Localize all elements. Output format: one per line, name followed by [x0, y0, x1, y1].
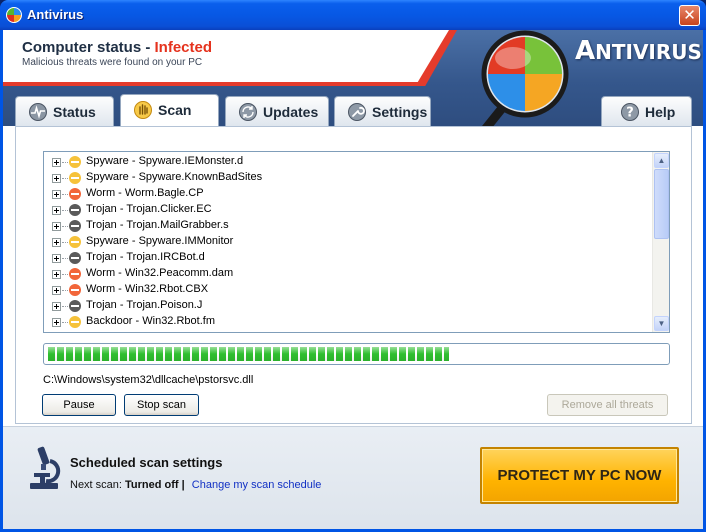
expand-plus-icon[interactable] — [52, 158, 61, 167]
threat-list-item[interactable]: Trojan - Trojan.IRCBot.d — [44, 250, 652, 266]
tree-connector — [62, 322, 68, 323]
threat-list-item[interactable]: Spyware - Spyware.IEMonster.d — [44, 154, 652, 170]
change-schedule-link[interactable]: Change my scan schedule — [192, 479, 322, 491]
threat-list-item[interactable]: Trojan - Trojan.Poison.J — [44, 298, 652, 314]
threat-list-item[interactable]: Trojan - Trojan.MailGrabber.s — [44, 218, 652, 234]
expand-plus-icon[interactable] — [52, 206, 61, 215]
stop-scan-button[interactable]: Stop scan — [124, 394, 199, 416]
threat-name: Trojan - Trojan.Clicker.EC — [86, 203, 212, 215]
scroll-down-button[interactable]: ▼ — [654, 316, 669, 331]
expand-plus-icon[interactable] — [52, 190, 61, 199]
tree-connector — [62, 290, 68, 291]
expand-plus-icon[interactable] — [52, 254, 61, 263]
threat-list-item[interactable]: Worm - Win32.Peacomm.dam — [44, 266, 652, 282]
threat-list-item[interactable]: Backdoor - Win32.Rbot.fm — [44, 314, 652, 330]
threat-name: Trojan - Trojan.MailGrabber.s — [86, 219, 229, 231]
severity-yellow-icon — [69, 316, 81, 328]
tree-connector — [62, 258, 68, 259]
antivirus-window: Antivirus ✕ Computer status - Infected M… — [0, 0, 706, 532]
threat-list[interactable]: Spyware - Spyware.IEMonster.d Spyware - S… — [43, 151, 670, 333]
scroll-thumb[interactable] — [654, 169, 669, 239]
tree-connector — [62, 194, 68, 195]
threat-name: Backdoor - Win32.Rbot.fm — [86, 315, 215, 327]
threat-list-item[interactable]: Spyware - Spyware.KnownBadSites — [44, 170, 652, 186]
expand-plus-icon[interactable] — [52, 174, 61, 183]
microscope-icon — [30, 446, 61, 489]
threat-name: Trojan - Trojan.Poison.J — [86, 299, 203, 311]
threat-name: Trojan - Trojan.IRCBot.d — [86, 251, 205, 263]
close-button[interactable]: ✕ — [679, 5, 700, 26]
tree-connector — [62, 162, 68, 163]
threat-name: Worm - Worm.Bagle.CP — [86, 187, 204, 199]
threat-name: Worm - Win32.Rbot.CBX — [86, 283, 209, 295]
scan-progress-bar — [43, 343, 670, 365]
scan-progress-fill — [48, 347, 449, 361]
scroll-up-button[interactable]: ▲ — [654, 153, 669, 168]
scan-content: Spyware - Spyware.IEMonster.d Spyware - S… — [3, 30, 703, 529]
expand-plus-icon[interactable] — [52, 318, 61, 327]
severity-orange-icon — [69, 188, 81, 200]
pause-button[interactable]: Pause — [42, 394, 116, 416]
app-icon — [6, 7, 22, 23]
severity-dark-icon — [69, 220, 81, 232]
severity-yellow-icon — [69, 236, 81, 248]
threat-list-item[interactable]: Spyware - Spyware.IMMonitor — [44, 234, 652, 250]
severity-dark-icon — [69, 204, 81, 216]
threat-list-scrollbar[interactable]: ▲ ▼ — [652, 152, 669, 332]
expand-plus-icon[interactable] — [52, 302, 61, 311]
expand-plus-icon[interactable] — [52, 238, 61, 247]
severity-orange-icon — [69, 268, 81, 280]
next-scan-value: Turned off — [125, 479, 179, 491]
tree-connector — [62, 306, 68, 307]
window-title: Antivirus — [27, 7, 84, 22]
tree-connector — [62, 226, 68, 227]
next-scan-info: Next scan: Turned off | Change my scan s… — [70, 479, 321, 491]
current-scan-file: C:\Windows\system32\dllcache\pstorsvc.dl… — [43, 374, 254, 386]
next-scan-label: Next scan: — [70, 479, 122, 491]
next-scan-separator: | — [181, 479, 185, 491]
severity-dark-icon — [69, 300, 81, 312]
tree-connector — [62, 274, 68, 275]
severity-orange-icon — [69, 284, 81, 296]
scheduled-scan-title: Scheduled scan settings — [70, 455, 223, 470]
threat-list-item[interactable]: Worm - Worm.Bagle.CP — [44, 186, 652, 202]
expand-plus-icon[interactable] — [52, 270, 61, 279]
severity-yellow-icon — [69, 156, 81, 168]
threat-name: Spyware - Spyware.KnownBadSites — [86, 171, 263, 183]
protect-pc-button[interactable]: PROTECT MY PC NOW — [480, 447, 679, 504]
threat-name: Worm - Win32.Peacomm.dam — [86, 267, 234, 279]
severity-dark-icon — [69, 252, 81, 264]
threat-name: Spyware - Spyware.IMMonitor — [86, 235, 234, 247]
tree-connector — [62, 178, 68, 179]
footer: Scheduled scan settings Next scan: Turne… — [3, 426, 703, 529]
tree-connector — [62, 210, 68, 211]
threat-name: Spyware - Spyware.IEMonster.d — [86, 155, 244, 167]
severity-yellow-icon — [69, 172, 81, 184]
tree-connector — [62, 242, 68, 243]
title-bar[interactable]: Antivirus ✕ — [0, 0, 706, 30]
expand-plus-icon[interactable] — [52, 222, 61, 231]
expand-plus-icon[interactable] — [52, 286, 61, 295]
remove-all-threats-button[interactable]: Remove all threats — [547, 394, 668, 416]
threat-list-item[interactable]: Worm - Win32.Rbot.CBX — [44, 282, 652, 298]
threat-list-item[interactable]: Trojan - Trojan.Clicker.EC — [44, 202, 652, 218]
